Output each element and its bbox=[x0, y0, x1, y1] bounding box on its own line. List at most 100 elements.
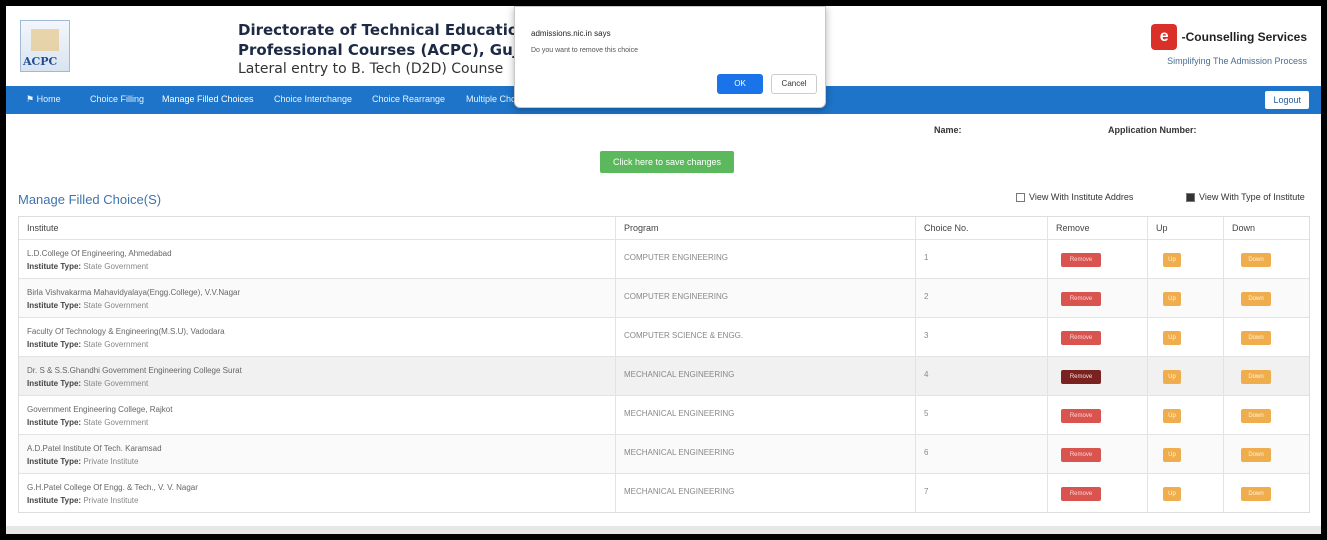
up-cell: Up bbox=[1147, 474, 1223, 512]
header-up: Up bbox=[1147, 217, 1223, 239]
nav-choice-rearrange[interactable]: Choice Rearrange bbox=[372, 94, 445, 104]
remove-cell: Remove bbox=[1047, 240, 1147, 278]
nav-manage-filled-choices[interactable]: Manage Filled Choices bbox=[162, 94, 254, 104]
institute-type-label: Institute Type: bbox=[27, 340, 82, 349]
choice-number: 5 bbox=[924, 409, 929, 418]
confirm-dialog: admissions.nic.in says Do you want to re… bbox=[514, 6, 826, 108]
remove-button[interactable]: Remove bbox=[1061, 448, 1101, 462]
move-up-button[interactable]: Up bbox=[1163, 487, 1181, 501]
program-name: MECHANICAL ENGINEERING bbox=[624, 487, 735, 496]
nav-home-label: Home bbox=[36, 94, 61, 104]
move-up-button[interactable]: Up bbox=[1163, 253, 1181, 267]
dialog-message: Do you want to remove this choice bbox=[531, 47, 638, 54]
institute-type: Institute Type: State Government bbox=[27, 301, 148, 310]
program-cell: COMPUTER ENGINEERING bbox=[615, 240, 915, 278]
institute-type: Institute Type: Private Institute bbox=[27, 496, 138, 505]
nav-home[interactable]: ⚑ Home bbox=[26, 94, 61, 105]
remove-cell: Remove bbox=[1047, 435, 1147, 473]
remove-button[interactable]: Remove bbox=[1061, 292, 1101, 306]
brand-tagline: Simplifying The Admission Process bbox=[1167, 56, 1307, 66]
up-cell: Up bbox=[1147, 279, 1223, 317]
institute-type: Institute Type: State Government bbox=[27, 340, 148, 349]
remove-button[interactable]: Remove bbox=[1061, 409, 1101, 423]
remove-cell: Remove bbox=[1047, 279, 1147, 317]
move-up-button[interactable]: Up bbox=[1163, 292, 1181, 306]
application-number-label: Application Number: bbox=[1108, 125, 1197, 135]
remove-button[interactable]: Remove bbox=[1061, 331, 1101, 345]
choice-number: 3 bbox=[924, 331, 929, 340]
logo-emblem-icon bbox=[31, 29, 59, 51]
app-window: ACPC Directorate of Technical Education,… bbox=[6, 6, 1321, 534]
logout-button[interactable]: Logout bbox=[1265, 91, 1309, 109]
institute-name: L.D.College Of Engineering, Ahmedabad bbox=[27, 249, 172, 258]
table-row: Government Engineering College, Rajkot In… bbox=[19, 395, 1309, 434]
table-row: Faculty Of Technology & Engineering(M.S.… bbox=[19, 317, 1309, 356]
remove-button[interactable]: Remove bbox=[1061, 487, 1101, 501]
header-program: Program bbox=[615, 217, 915, 239]
down-cell: Down bbox=[1223, 396, 1311, 434]
view-type-label: View With Type of Institute bbox=[1199, 192, 1305, 202]
institute-type-label: Institute Type: bbox=[27, 496, 82, 505]
table-row: Dr. S & S.S.Ghandhi Government Engineeri… bbox=[19, 356, 1309, 395]
move-down-button[interactable]: Down bbox=[1241, 331, 1271, 345]
move-down-button[interactable]: Down bbox=[1241, 292, 1271, 306]
choice-no-cell: 6 bbox=[915, 435, 1047, 473]
nav-choice-filling[interactable]: Choice Filling bbox=[90, 94, 144, 104]
move-down-button[interactable]: Down bbox=[1241, 487, 1271, 501]
dialog-ok-button[interactable]: OK bbox=[717, 74, 763, 94]
move-down-button[interactable]: Down bbox=[1241, 253, 1271, 267]
up-cell: Up bbox=[1147, 357, 1223, 395]
move-up-button[interactable]: Up bbox=[1163, 409, 1181, 423]
remove-button[interactable]: Remove bbox=[1061, 370, 1101, 384]
table-row: G.H.Patel College Of Engg. & Tech., V. V… bbox=[19, 473, 1309, 512]
header-remove: Remove bbox=[1047, 217, 1147, 239]
move-down-button[interactable]: Down bbox=[1241, 409, 1271, 423]
remove-button[interactable]: Remove bbox=[1061, 253, 1101, 267]
institute-name: Dr. S & S.S.Ghandhi Government Engineeri… bbox=[27, 366, 242, 375]
program-name: COMPUTER ENGINEERING bbox=[624, 253, 729, 262]
institute-cell: Government Engineering College, Rajkot In… bbox=[19, 396, 615, 434]
logo-text: ACPC bbox=[23, 55, 58, 68]
move-up-button[interactable]: Up bbox=[1163, 448, 1181, 462]
down-cell: Down bbox=[1223, 318, 1311, 356]
institute-type-value: State Government bbox=[83, 379, 149, 388]
move-down-button[interactable]: Down bbox=[1241, 448, 1271, 462]
choice-number: 2 bbox=[924, 292, 929, 301]
institute-type: Institute Type: Private Institute bbox=[27, 457, 138, 466]
brand-name: -Counselling Services bbox=[1181, 30, 1307, 44]
view-address-checkbox[interactable] bbox=[1016, 193, 1025, 203]
header-choice-no: Choice No. bbox=[915, 217, 1047, 239]
institute-type-value: State Government bbox=[83, 262, 149, 271]
program-name: COMPUTER ENGINEERING bbox=[624, 292, 729, 301]
move-down-button[interactable]: Down bbox=[1241, 370, 1271, 384]
choice-no-cell: 4 bbox=[915, 357, 1047, 395]
institute-type: Institute Type: State Government bbox=[27, 262, 148, 271]
program-cell: COMPUTER ENGINEERING bbox=[615, 279, 915, 317]
program-name: MECHANICAL ENGINEERING bbox=[624, 409, 735, 418]
up-cell: Up bbox=[1147, 318, 1223, 356]
down-cell: Down bbox=[1223, 240, 1311, 278]
view-type-checkbox[interactable] bbox=[1186, 193, 1195, 203]
dialog-site: admissions.nic.in says bbox=[531, 29, 611, 38]
dialog-cancel-button[interactable]: Cancel bbox=[771, 74, 817, 94]
institute-type-value: Private Institute bbox=[83, 457, 139, 466]
institute-type-value: State Government bbox=[83, 301, 149, 310]
page-footer-bar bbox=[6, 526, 1321, 534]
remove-cell: Remove bbox=[1047, 318, 1147, 356]
brand-badge-icon: e bbox=[1151, 24, 1178, 50]
move-up-button[interactable]: Up bbox=[1163, 370, 1181, 384]
nav-choice-interchange[interactable]: Choice Interchange bbox=[274, 94, 352, 104]
choice-no-cell: 3 bbox=[915, 318, 1047, 356]
save-changes-button[interactable]: Click here to save changes bbox=[600, 151, 734, 173]
move-up-button[interactable]: Up bbox=[1163, 331, 1181, 345]
view-address-option[interactable]: View With Institute Addres bbox=[1016, 192, 1133, 203]
table-header-row: Institute Program Choice No. Remove Up D… bbox=[19, 217, 1309, 239]
choice-no-cell: 1 bbox=[915, 240, 1047, 278]
up-cell: Up bbox=[1147, 396, 1223, 434]
view-type-option[interactable]: View With Type of Institute bbox=[1186, 192, 1305, 203]
institute-type-value: Private Institute bbox=[83, 496, 139, 505]
header-down: Down bbox=[1223, 217, 1311, 239]
choice-no-cell: 7 bbox=[915, 474, 1047, 512]
institute-name: A.D.Patel Institute Of Tech. Karamsad bbox=[27, 444, 162, 453]
choice-number: 1 bbox=[924, 253, 929, 262]
